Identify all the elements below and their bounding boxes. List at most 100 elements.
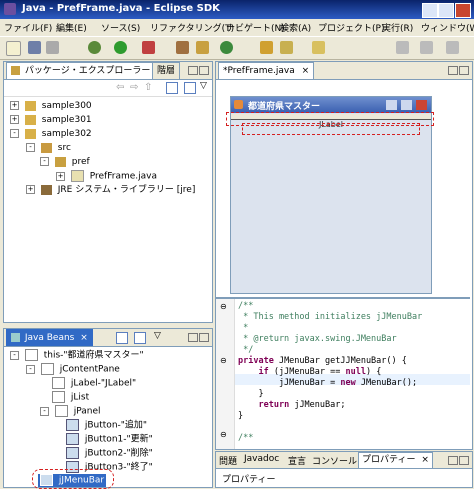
menu-project[interactable]: プロジェクト(P)	[318, 21, 384, 34]
external-tools-icon[interactable]	[142, 41, 155, 54]
close-icon[interactable]: ×	[302, 66, 310, 76]
tree-item-sample300[interactable]: + sample300	[10, 100, 92, 113]
tab-prefframe-java[interactable]: *PrefFrame.java ×	[218, 62, 315, 79]
collapse-icon[interactable]: -	[26, 143, 35, 152]
menu-search[interactable]: 検索(A)	[280, 21, 311, 34]
java-beans-view: Java Beans × ▽ - this-"都道府県マスター" - jCont…	[3, 328, 213, 489]
new-icon[interactable]	[6, 41, 21, 56]
forward-arrow-icon[interactable]: ⇨	[130, 82, 138, 93]
menu-edit[interactable]: 編集(E)	[56, 21, 87, 34]
expand-icon[interactable]: +	[10, 115, 19, 124]
collapse-icon[interactable]: -	[40, 157, 49, 166]
tab-declaration[interactable]: 宣言	[288, 454, 306, 467]
tab-java-beans[interactable]: Java Beans ×	[6, 329, 93, 346]
fold-icon[interactable]: ⊖	[220, 430, 227, 439]
minimize-button[interactable]	[422, 3, 438, 18]
expand-icon[interactable]: +	[10, 101, 19, 110]
tree-item-sample301[interactable]: + sample301	[10, 114, 92, 127]
save-icon[interactable]	[28, 41, 41, 54]
open-type-icon[interactable]	[260, 41, 273, 54]
tree-item-prefframe-java[interactable]: + PrefFrame.java	[56, 170, 157, 183]
tree-item-pref[interactable]: - pref	[40, 156, 90, 169]
maximize-view-button[interactable]	[459, 456, 469, 465]
tab-problems[interactable]: 問題	[219, 454, 237, 467]
code-line: /**	[238, 433, 254, 443]
up-icon[interactable]: ⇧	[144, 82, 152, 93]
back-arrow-icon[interactable]: ⇦	[116, 82, 124, 93]
collapse-all-icon[interactable]	[166, 82, 178, 94]
visual-designer-canvas[interactable]: 都道府県マスター JLabel	[216, 80, 470, 296]
menu-navigate[interactable]: ナビゲート(N)	[226, 21, 285, 34]
open-perspective-icon[interactable]	[312, 41, 325, 54]
properties-view: 問題 Javadoc 宣言 コンソール プロパティー × プロパティー	[215, 451, 473, 488]
package-explorer-tab-label: パッケージ・エクスプローラー	[24, 66, 151, 76]
java-beans-icon	[11, 333, 20, 342]
expand-icon[interactable]: +	[56, 171, 65, 181]
menu-file[interactable]: ファイル(F)	[4, 21, 52, 34]
tab-hierarchy[interactable]: 階層	[152, 62, 181, 79]
bean-jpanel[interactable]: - jPanel	[40, 405, 101, 418]
properties-header: プロパティー	[222, 475, 276, 485]
minimize-view-button[interactable]	[188, 333, 198, 342]
new-class-icon[interactable]	[220, 41, 233, 54]
maximize-view-button[interactable]	[199, 333, 209, 342]
bean-jcontentpane[interactable]: - jContentPane	[26, 363, 120, 376]
window-titlebar: Java - PrefFrame.java - Eclipse SDK	[0, 0, 474, 19]
menu-source[interactable]: ソース(S)	[101, 21, 140, 34]
expand-icon[interactable]: +	[26, 185, 35, 194]
minimize-view-button[interactable]	[448, 66, 458, 75]
tree-item-sample302[interactable]: - sample302	[10, 128, 92, 141]
bean-jlabel[interactable]: jLabel-"JLabel"	[52, 377, 136, 390]
code-editor[interactable]: ⊖ ⊖ ⊖ /** * This method initializes jJMe…	[216, 297, 470, 449]
jframe-title: 都道府県マスター	[248, 102, 321, 112]
link-with-editor-icon[interactable]	[184, 82, 196, 94]
menu-run[interactable]: 実行(R)	[382, 21, 413, 34]
link-icon[interactable]	[134, 332, 146, 344]
tree-item-src[interactable]: - src	[26, 142, 71, 155]
bean-jbutton[interactable]: jButton-"追加"	[66, 419, 147, 432]
forward-icon[interactable]	[446, 41, 459, 54]
run-icon[interactable]	[114, 41, 127, 54]
collapse-icon[interactable]: -	[40, 406, 49, 416]
collapse-icon[interactable]: -	[26, 364, 35, 374]
maximize-view-button[interactable]	[459, 66, 469, 75]
back-icon[interactable]	[420, 41, 433, 54]
maximize-button[interactable]	[438, 3, 454, 18]
close-button[interactable]	[455, 3, 471, 18]
print-icon[interactable]	[46, 41, 59, 54]
minimize-view-button[interactable]	[448, 456, 458, 465]
bean-jbutton2[interactable]: jButton2-"削除"	[66, 447, 153, 460]
menu-bar: ファイル(F) 編集(E) ソース(S) リファクタリング(T) ナビゲート(N…	[0, 19, 474, 35]
editor-tab-label: *PrefFrame.java	[223, 66, 295, 76]
tab-console[interactable]: コンソール	[312, 454, 357, 467]
bean-jbutton1[interactable]: jButton1-"更新"	[66, 433, 153, 446]
close-icon[interactable]: ×	[421, 455, 429, 465]
menu-window[interactable]: ウィンドウ(W)	[421, 21, 474, 34]
tree-item-jre-library[interactable]: + JRE システム・ライブラリー [jre]	[26, 184, 195, 197]
new-java-project-icon[interactable]	[176, 41, 189, 54]
minimize-view-button[interactable]	[188, 66, 198, 75]
tree-item-label: sample300	[41, 101, 92, 111]
view-menu-icon[interactable]: ▽	[200, 81, 207, 91]
collapse-icon[interactable]: -	[10, 350, 19, 360]
maximize-view-button[interactable]	[199, 66, 209, 75]
tab-javadoc[interactable]: Javadoc	[244, 454, 279, 464]
collapse-icon[interactable]: -	[10, 129, 19, 138]
close-icon[interactable]: ×	[80, 333, 88, 343]
button-icon	[66, 447, 79, 459]
minimize-icon	[386, 100, 397, 110]
next-annotation-icon[interactable]	[396, 41, 409, 54]
fold-icon[interactable]: ⊖	[220, 302, 227, 311]
debug-icon[interactable]	[88, 41, 101, 54]
bean-this[interactable]: - this-"都道府県マスター"	[10, 349, 144, 362]
fold-icon[interactable]: ⊖	[220, 356, 227, 365]
collapse-all-icon[interactable]	[116, 332, 128, 344]
tab-package-explorer[interactable]: パッケージ・エクスプローラー ×	[6, 62, 169, 79]
bean-jlist[interactable]: jList	[52, 391, 89, 404]
menu-refactor[interactable]: リファクタリング(T)	[150, 21, 234, 34]
view-menu-icon[interactable]: ▽	[154, 331, 161, 341]
bean-label: jButton1-"更新"	[84, 434, 153, 445]
search-icon[interactable]	[280, 41, 293, 54]
new-package-icon[interactable]	[196, 41, 209, 54]
tab-properties[interactable]: プロパティー ×	[358, 452, 433, 468]
